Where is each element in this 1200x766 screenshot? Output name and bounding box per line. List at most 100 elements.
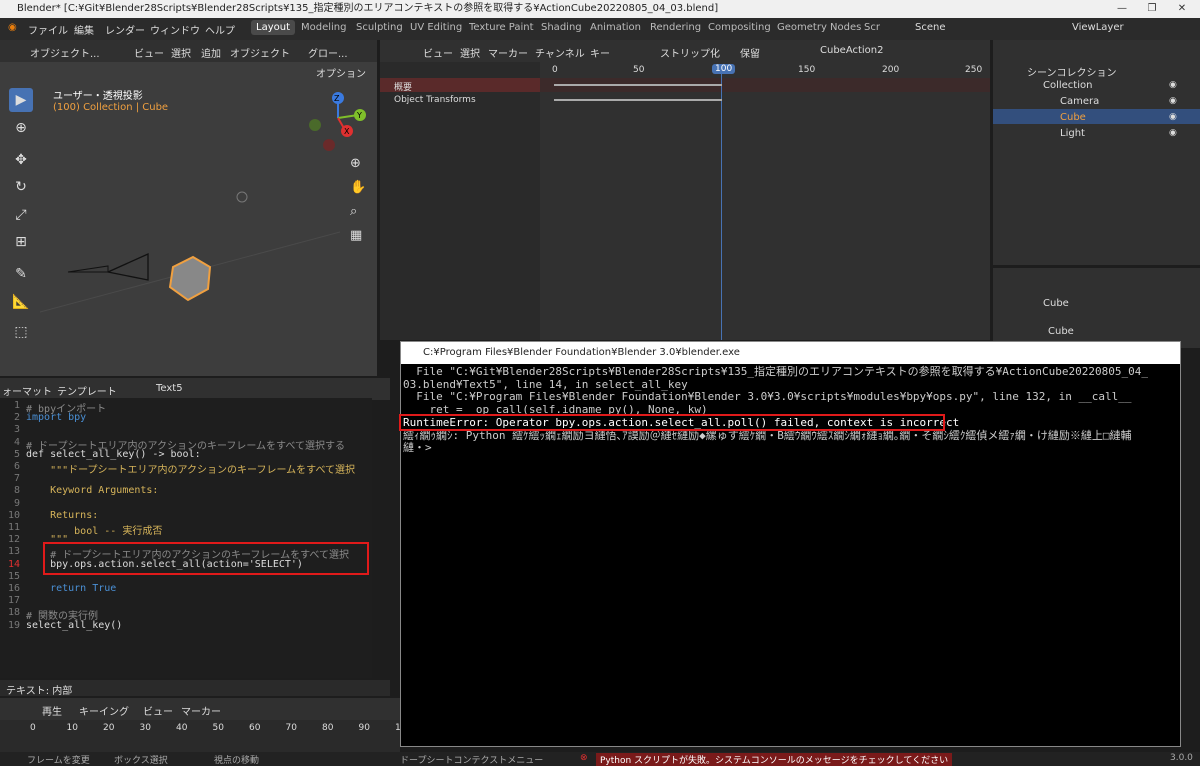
highlight-box — [43, 542, 369, 575]
error-highlight-box — [399, 414, 945, 431]
template-menu[interactable]: テンプレート — [57, 383, 117, 398]
timeline-frame-label: 70 — [285, 723, 297, 733]
pan-hand-icon[interactable]: ✋ — [350, 180, 366, 195]
text-editor-status: テキスト: 内部 — [0, 680, 390, 697]
grid-view-icon[interactable]: ▦ — [350, 228, 362, 243]
orientation-select[interactable]: グロー... — [308, 45, 348, 60]
current-frame-indicator[interactable]: 100 — [712, 64, 736, 74]
action-name-field[interactable]: CubeAction2 — [820, 45, 884, 56]
transform-keyframes[interactable] — [554, 99, 722, 101]
dopesheet-key-menu[interactable]: キー — [590, 45, 610, 60]
dopesheet-marker-menu[interactable]: マーカー — [488, 45, 528, 60]
frame-label: 250 — [965, 65, 983, 75]
view-layer-name[interactable]: ViewLayer — [1072, 22, 1124, 33]
visibility-eye-icon[interactable]: ◉ — [1169, 128, 1177, 138]
dopesheet-channel-menu[interactable]: チャンネル — [535, 45, 585, 60]
timeline-frame-label: 0 — [30, 723, 36, 733]
tab-uv-editing[interactable]: UV Editing — [410, 22, 462, 33]
add-cube-tool-icon[interactable]: ⬚ — [9, 320, 33, 344]
playback-menu[interactable]: 再生 — [42, 703, 62, 718]
move-tool-icon[interactable]: ✥ — [9, 148, 33, 172]
timeline-frame-label: 50 — [212, 723, 224, 733]
measure-tool-icon[interactable]: 📐 — [9, 290, 33, 314]
tab-shading[interactable]: Shading — [541, 22, 582, 33]
viewport-object-menu[interactable]: オブジェクト — [230, 45, 290, 60]
maximize-button[interactable]: ❐ — [1137, 0, 1167, 18]
close-button[interactable]: ✕ — [1167, 0, 1197, 18]
tab-sculpting[interactable]: Sculpting — [356, 22, 403, 33]
tab-rendering[interactable]: Rendering — [650, 22, 701, 33]
viewport-header: オブジェクト... ビュー 選択 追加 オブジェクト グロー... — [0, 40, 377, 62]
line-number: 3 — [13, 424, 20, 436]
outliner-item-camera[interactable]: Camera — [1060, 96, 1099, 107]
timeline-frame-label: 90 — [358, 723, 370, 733]
timeline-marker-menu[interactable]: マーカー — [181, 703, 221, 718]
format-menu[interactable]: ォーマット — [2, 383, 52, 398]
svg-text:Z: Z — [334, 94, 340, 103]
blender-logo-icon[interactable]: ◉ — [8, 22, 17, 33]
minimize-button[interactable]: — — [1107, 0, 1137, 18]
error-message[interactable]: Python スクリプトが失敗。システムコンソールのメッセージをチェックしてくだ… — [596, 753, 953, 766]
text-name-field[interactable]: Text5 — [156, 383, 183, 394]
dopesheet-select-menu[interactable]: 選択 — [460, 45, 480, 60]
visibility-eye-icon[interactable]: ◉ — [1169, 96, 1177, 106]
dopesheet-keyframe-area[interactable] — [540, 62, 990, 340]
navigation-gizmo[interactable]: Z Y X — [303, 90, 373, 170]
visibility-eye-icon[interactable]: ◉ — [1169, 112, 1177, 122]
tab-modeling[interactable]: Modeling — [301, 22, 347, 33]
tab-animation[interactable]: Animation — [590, 22, 641, 33]
viewport-select-menu[interactable]: 選択 — [171, 45, 191, 60]
summary-keyframes[interactable] — [554, 84, 722, 86]
mode-select[interactable]: オブジェクト... — [30, 45, 100, 60]
properties-mesh-name[interactable]: Cube — [1048, 326, 1074, 337]
tab-scripting[interactable]: Scr — [864, 22, 880, 33]
outliner-item-cube[interactable]: Cube — [1060, 112, 1086, 123]
menu-file[interactable]: ファイル — [28, 22, 68, 37]
object-transforms-channel[interactable]: Object Transforms — [394, 95, 476, 105]
tab-layout[interactable]: Layout — [251, 20, 295, 35]
dopesheet-area[interactable]: 概要 Object Transforms 0 50 100 150 200 25… — [380, 62, 990, 340]
timeline-frame-label: 10 — [66, 723, 78, 733]
window-title: Blender* [C:¥Git¥Blender28Scripts¥Blende… — [17, 3, 719, 14]
dopesheet-view-menu[interactable]: ビュー — [423, 45, 453, 60]
menu-help[interactable]: ヘルプ — [205, 22, 235, 37]
line-number: 6 — [13, 461, 20, 472]
timeline-area[interactable]: 010203040506070809010 — [0, 720, 406, 752]
push-down-strip-button[interactable]: ストリップ化 — [660, 45, 720, 60]
frame-label: 50 — [633, 65, 645, 75]
zoom-icon[interactable]: ⊕ — [350, 156, 361, 171]
line-number: 17 — [7, 595, 20, 607]
visibility-eye-icon[interactable]: ◉ — [1169, 80, 1177, 90]
transform-tool-icon[interactable]: ⊞ — [9, 230, 33, 254]
rotate-tool-icon[interactable]: ↻ — [9, 175, 33, 199]
top-menubar: ◉ ファイル 編集 レンダー ウィンドウ ヘルプ Layout Modeling… — [0, 18, 1200, 40]
summary-channel[interactable]: 概要 — [394, 80, 412, 93]
timeline-view-menu[interactable]: ビュー — [143, 703, 173, 718]
scene-name[interactable]: Scene — [915, 22, 946, 33]
keying-menu[interactable]: キーイング — [79, 703, 129, 718]
viewport-add-menu[interactable]: 追加 — [201, 45, 221, 60]
line-number: 2 — [13, 412, 20, 424]
code-line: import bpy — [26, 412, 87, 424]
scale-tool-icon[interactable]: ⤢ — [9, 203, 33, 227]
collection-item[interactable]: Collection — [1043, 80, 1092, 91]
properties-object-name[interactable]: Cube — [1043, 298, 1069, 309]
system-console-window[interactable]: C:¥Program Files¥Blender Foundation¥Blen… — [399, 341, 1181, 747]
menu-render[interactable]: レンダー — [105, 22, 145, 37]
3d-viewport[interactable]: オプション ユーザー・透視投影 (100) Collection | Cube … — [0, 62, 377, 376]
menu-edit[interactable]: 編集 — [74, 22, 94, 37]
viewport-view-menu[interactable]: ビュー — [134, 45, 164, 60]
select-tool-icon[interactable]: ▶ — [9, 88, 33, 112]
cursor-tool-icon[interactable]: ⊕ — [9, 116, 33, 140]
camera-view-icon[interactable]: ⌕ — [350, 204, 357, 219]
outliner-item-light[interactable]: Light — [1060, 128, 1085, 139]
tab-texture-paint[interactable]: Texture Paint — [469, 22, 534, 33]
annotate-tool-icon[interactable]: ✎ — [9, 262, 33, 286]
text-editor[interactable]: 1 # bpyインポート 2 import bpy 3 4 # ドープシートエリア内のアクシ… — [0, 398, 372, 678]
console-line: 繧ｨ繝ｩ繝ｼ: Python 繧ｹ繧ｯ繝ｪ繝励ヨ縺悟､ｱ謨励＠縺ｾ縺励◆縲ゅす繧… — [403, 428, 1132, 442]
menu-window[interactable]: ウィンドウ — [150, 22, 200, 37]
viewport-options[interactable]: オプション — [316, 65, 366, 80]
tab-geometry-nodes[interactable]: Geometry Nodes — [777, 22, 861, 33]
tab-compositing[interactable]: Compositing — [708, 22, 771, 33]
stash-button[interactable]: 保留 — [740, 45, 760, 60]
